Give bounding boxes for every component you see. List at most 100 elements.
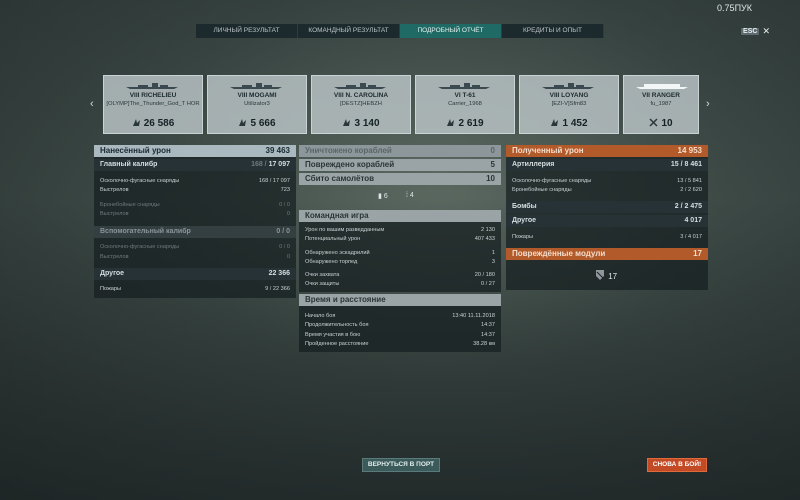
left-fires-value: 9 / 22 366 <box>265 286 290 292</box>
artillery-value: 15 / 8 461 <box>670 161 702 168</box>
damaged-label: Повреждено кораблей <box>305 160 395 169</box>
received-damage-header: Полученный урон 14 953 <box>506 145 708 157</box>
ship-silhouette-icon <box>438 83 490 89</box>
team-play-header: Командная игра <box>299 210 501 222</box>
battle-start-label: Начало боя <box>305 313 336 319</box>
right-fires-label: Пожары <box>512 234 534 240</box>
he-shots-value: 723 <box>280 187 290 193</box>
left-other-label: Другое <box>100 270 125 277</box>
battle-again-button[interactable]: СНОВА В БОЙ! <box>647 458 707 472</box>
ship-value-text: 2 619 <box>458 118 484 129</box>
destroyed-label: Уничтожено кораблей <box>305 146 392 155</box>
ap-shots-row: Выстрелов 0 <box>94 210 296 218</box>
player-name: [EZI-V]Sfm83 <box>551 101 587 107</box>
torpedo-count: 6 <box>383 193 388 200</box>
main-caliber-row: Главный калибр 168 / 17 097 <box>94 159 296 171</box>
ship-value: 10 <box>624 118 698 129</box>
ship-silhouette-icon <box>636 84 688 89</box>
main-caliber-value: 168 / 17 097 <box>251 159 290 171</box>
ship-silhouette-icon <box>542 83 594 89</box>
plane-count: 4 <box>409 192 414 199</box>
right-fires-value: 3 / 4 017 <box>680 234 702 240</box>
top-timestamp: 0.75ПУК <box>717 3 752 13</box>
damage-icon <box>343 119 351 126</box>
player-name: fu_1987 <box>650 101 672 107</box>
damage-icon <box>551 119 559 126</box>
left-fires-row: Пожары 9 / 22 366 <box>94 285 296 293</box>
ship-silhouette-icon <box>126 83 178 89</box>
ship-value-text: 5 666 <box>250 118 276 129</box>
damaged-modules-row: Повреждённые модули 17 <box>506 248 708 260</box>
right-he-row: Осколочно-фугасные снаряды 13 / 5 841 <box>506 177 708 185</box>
capture-points-value: 20 / 180 <box>474 272 495 278</box>
spotting-damage-value: 2 130 <box>481 227 495 233</box>
tab-credits-xp[interactable]: КРЕДИТЫ И ОПЫТ <box>502 24 604 38</box>
secondary-label: Вспомогательный калибр <box>100 228 191 235</box>
right-other-row: Другое 4 017 <box>506 215 708 227</box>
battle-duration-row: Продолжительность боя 14:37 <box>299 321 501 329</box>
ship-value-text: 3 140 <box>354 118 380 129</box>
bombs-label: Бомбы <box>512 203 537 210</box>
ship-name: VI T-61 <box>454 92 476 99</box>
ap-shots-label: Выстрелов <box>100 211 129 217</box>
right-ap-value: 2 / 2 620 <box>680 187 702 193</box>
tab-team-result[interactable]: КОМАНДНЫЙ РЕЗУЛЬТАТ <box>298 24 400 38</box>
right-ap-row: Бронебойные снаряды 2 / 2 620 <box>506 186 708 194</box>
battle-duration-label: Продолжительность боя <box>305 322 369 328</box>
damaged-row: Повреждено кораблей 5 <box>299 159 501 171</box>
he-shots-label: Выстрелов <box>100 187 129 193</box>
ship-card[interactable]: VIII N. CAROLINA [DESTZ]HEBZH 3 140 <box>311 75 411 134</box>
next-arrow-icon[interactable]: › <box>706 98 710 110</box>
ship-card[interactable]: VIII LOYANG [EZI-V]Sfm83 1 452 <box>519 75 619 134</box>
bombs-row: Бомбы 2 / 2 475 <box>506 201 708 213</box>
destroyed-value: 0 <box>490 146 495 155</box>
secondary-row: Вспомогательный калибр 0 / 0 <box>94 226 296 238</box>
ship-card[interactable]: VIII MOGAMI Utilizator3 5 666 <box>207 75 307 134</box>
tab-detailed-report[interactable]: ПОДРОБНЫЙ ОТЧЁТ <box>400 24 502 38</box>
ship-card[interactable]: VIII RICHELIEU [OLYMP]The_Thunder_God_T … <box>103 75 203 134</box>
received-damage-value: 14 953 <box>677 146 702 155</box>
close-icon[interactable]: ✕ <box>762 26 770 37</box>
secondary-value: 0 / 0 <box>276 228 290 235</box>
defense-points-label: Очки защиты <box>305 281 340 287</box>
sec-he-row: Осколочно-фугасные снаряды 0 / 0 <box>94 243 296 251</box>
tab-personal-result[interactable]: ЛИЧНЫЙ РЕЗУЛЬТАТ <box>196 24 298 38</box>
spotting-damage-row: Урон по вашим разведданным 2 130 <box>299 226 501 234</box>
battle-start-row: Начало боя 13:40 11.11.2018 <box>299 312 501 320</box>
player-name: [OLYMP]The_Thunder_God_T HOR <box>106 101 200 107</box>
distance-value: 38.28 км <box>473 341 495 347</box>
ship-silhouette-icon <box>230 83 282 89</box>
time-distance-header: Время и расстояние <box>299 294 501 306</box>
ship-value: 26 586 <box>104 118 202 129</box>
main-caliber-damage: 17 097 <box>268 161 290 168</box>
battle-start-value: 13:40 11.11.2018 <box>452 313 495 319</box>
right-ap-label: Бронебойные снаряды <box>512 187 572 193</box>
damaged-value: 5 <box>490 160 495 169</box>
return-to-port-button[interactable]: ВЕРНУТЬСЯ В ПОРТ <box>362 458 440 472</box>
he-row: Осколочно-фугасные снаряды 168 / 17 097 <box>94 177 296 185</box>
ship-card[interactable]: VI T-61 Carrier_1968 2 619 <box>415 75 515 134</box>
he-shots-row: Выстрелов 723 <box>94 186 296 194</box>
distance-row: Пройденное расстояние 38.28 км <box>299 340 501 348</box>
planes-shot-label: Сбито самолётов <box>305 174 375 183</box>
esc-key-label: ESC <box>741 28 760 35</box>
participation-value: 14:37 <box>481 332 495 338</box>
sec-he-value: 0 / 0 <box>279 244 290 250</box>
plane-stat: ⁞ 4 <box>406 192 414 199</box>
ship-card[interactable]: VII RANGER fu_1987 10 <box>623 75 699 134</box>
planes-shot-row: Сбито самолётов 10 <box>299 173 501 185</box>
damage-icon <box>132 119 140 126</box>
planes-shot-value: 10 <box>486 174 495 183</box>
ship-name: VIII RICHELIEU <box>129 92 177 99</box>
ship-value: 3 140 <box>312 118 410 129</box>
ap-label: Бронебойные снаряды <box>100 202 160 208</box>
prev-arrow-icon[interactable]: ‹ <box>90 98 94 110</box>
player-name: [DESTZ]HEBZH <box>340 101 382 107</box>
capture-points-row: Очки захвата 20 / 180 <box>299 271 501 279</box>
capture-points-label: Очки захвата <box>305 272 340 278</box>
ship-name: VIII MOGAMI <box>237 92 277 99</box>
ship-name: VIII N. CAROLINA <box>333 92 389 99</box>
left-other-value: 22 366 <box>268 270 290 277</box>
close-control[interactable]: ESC ✕ <box>741 26 770 37</box>
received-damage-label: Полученный урон <box>512 146 584 155</box>
